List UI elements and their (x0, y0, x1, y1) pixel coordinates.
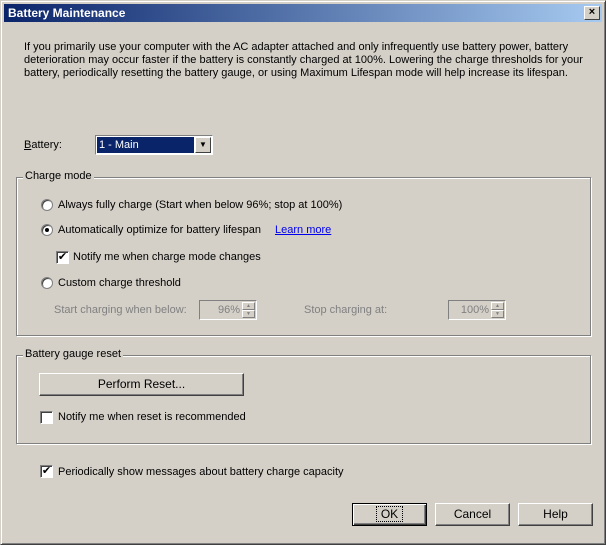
close-button[interactable]: × (584, 6, 600, 20)
radio-custom-threshold-label[interactable]: Custom charge threshold (58, 277, 181, 289)
start-charging-value: 96% (217, 304, 240, 316)
gauge-reset-group-label: Battery gauge reset (23, 348, 124, 360)
window-title: Battery Maintenance (8, 6, 126, 20)
stop-charging-spinner[interactable]: 100% ▲ ▼ (448, 300, 506, 320)
spin-up-icon[interactable]: ▲ (491, 302, 504, 310)
stop-charging-value: 100% (460, 304, 489, 316)
radio-always-fully-charge-label[interactable]: Always fully charge (Start when below 96… (58, 199, 342, 211)
gauge-reset-group (16, 355, 591, 444)
notify-charge-mode-label[interactable]: Notify me when charge mode changes (73, 251, 261, 263)
battery-label: Battery: (24, 139, 62, 151)
spin-down-icon[interactable]: ▼ (242, 310, 255, 318)
radio-auto-optimize[interactable] (41, 224, 53, 236)
cancel-button[interactable]: Cancel (435, 503, 510, 526)
start-charging-spinner[interactable]: 96% ▲ ▼ (199, 300, 257, 320)
charge-mode-group-label: Charge mode (23, 170, 94, 182)
help-button[interactable]: Help (518, 503, 593, 526)
notify-reset-checkbox[interactable] (40, 411, 53, 424)
radio-custom-threshold[interactable] (41, 277, 53, 289)
notify-reset-label[interactable]: Notify me when reset is recommended (58, 411, 246, 423)
radio-always-fully-charge[interactable] (41, 199, 53, 211)
stop-charging-label: Stop charging at: (304, 304, 388, 316)
intro-text: If you primarily use your computer with … (24, 41, 583, 79)
chevron-down-icon[interactable]: ▼ (195, 137, 211, 153)
ok-button-label: OK (375, 506, 404, 522)
perform-reset-button[interactable]: Perform Reset... (39, 373, 244, 396)
spin-down-icon[interactable]: ▼ (491, 310, 504, 318)
spin-up-icon[interactable]: ▲ (242, 302, 255, 310)
battery-select-value: 1 - Main (97, 137, 194, 153)
periodic-messages-label[interactable]: Periodically show messages about battery… (58, 466, 344, 478)
learn-more-link[interactable]: Learn more (275, 224, 331, 236)
start-charging-label: Start charging when below: (54, 304, 187, 316)
title-bar[interactable]: Battery Maintenance × (4, 4, 602, 22)
battery-select[interactable]: 1 - Main ▼ (95, 135, 213, 155)
notify-charge-mode-checkbox[interactable]: ✔ (56, 251, 69, 264)
battery-maintenance-dialog: Battery Maintenance × If you primarily u… (0, 0, 606, 545)
ok-button[interactable]: OK (352, 503, 427, 526)
periodic-messages-checkbox[interactable]: ✔ (40, 465, 53, 478)
radio-auto-optimize-label[interactable]: Automatically optimize for battery lifes… (58, 224, 261, 236)
